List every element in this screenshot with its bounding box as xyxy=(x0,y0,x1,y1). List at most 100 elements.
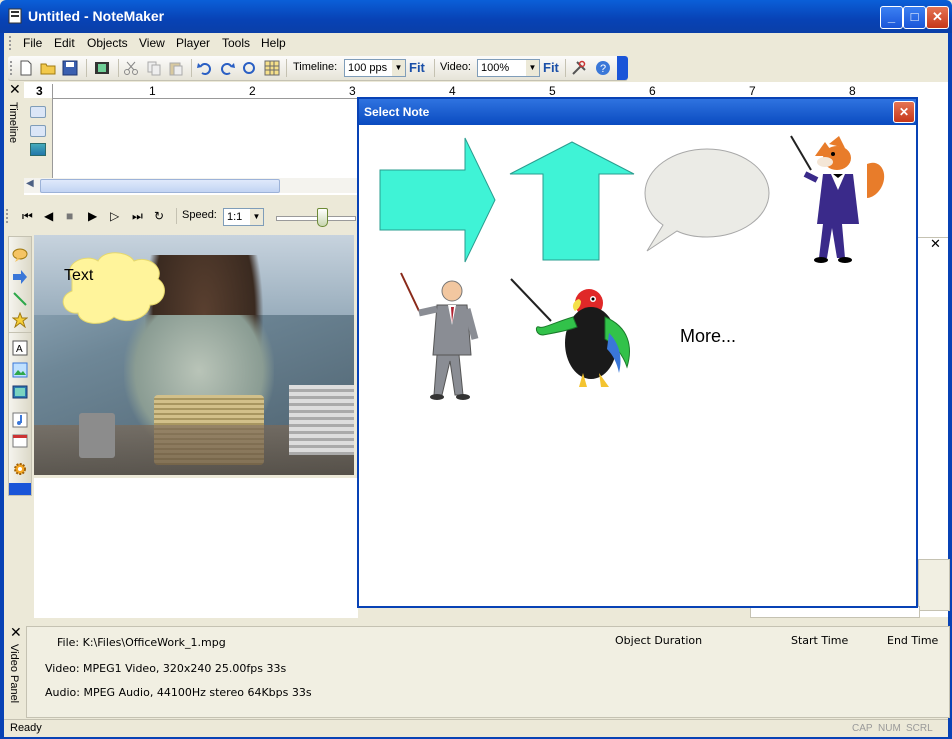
cut-icon[interactable] xyxy=(123,60,139,76)
paste-icon[interactable] xyxy=(168,60,184,76)
file-info: File: K:\Files\OfficeWork_1.mpg xyxy=(57,636,226,649)
dialog-title: Select Note xyxy=(364,105,430,119)
chevron-down-icon[interactable]: ▼ xyxy=(392,60,405,76)
speed-label: Speed: xyxy=(182,209,217,221)
tick-label: 5 xyxy=(549,84,556,98)
settings-gear-icon[interactable] xyxy=(12,461,28,477)
loop-icon[interactable]: ↻ xyxy=(154,209,164,223)
new-file-icon[interactable] xyxy=(18,60,34,76)
panel-close-icon[interactable]: ✕ xyxy=(930,236,941,252)
timeline-zoom-select[interactable]: 100 pps ▼ xyxy=(344,59,406,77)
play-icon[interactable]: ▶ xyxy=(88,209,97,223)
skip-start-icon[interactable]: ⏮ xyxy=(22,209,33,224)
minimize-button[interactable]: _ xyxy=(880,6,903,29)
dialog-close-button[interactable]: ✕ xyxy=(893,101,915,123)
toolbar-separator xyxy=(118,59,119,77)
toolbar-separator xyxy=(176,208,177,224)
tick-label: 7 xyxy=(749,84,756,98)
menu-objects[interactable]: Objects xyxy=(87,36,128,50)
column-end-time[interactable]: End Time xyxy=(887,634,938,647)
tick-label: 1 xyxy=(149,84,156,98)
track-note-icon[interactable] xyxy=(30,106,46,118)
tick-label: 4 xyxy=(449,84,456,98)
dialog-title-bar: Select Note ✕ xyxy=(359,99,916,125)
video-zoom-select[interactable]: 100% ▼ xyxy=(477,59,540,77)
image-icon[interactable] xyxy=(12,362,28,378)
player-grip xyxy=(6,209,11,223)
timeline-tab-label: Timeline xyxy=(7,102,19,144)
video-zoom-label: Video: xyxy=(440,61,471,73)
tick-label: 2 xyxy=(249,84,256,98)
callout-cloud[interactable] xyxy=(56,249,168,329)
video-icon[interactable] xyxy=(12,384,28,400)
timeline-zoom-value: 100 pps xyxy=(348,62,388,74)
sound-icon[interactable] xyxy=(12,412,28,428)
scroll-left-icon[interactable]: ◀ xyxy=(26,178,34,189)
note-fox-presenter[interactable] xyxy=(789,134,897,266)
toolbar-overflow-button[interactable] xyxy=(617,56,628,80)
menu-tools[interactable]: Tools xyxy=(222,36,250,50)
video-film-icon[interactable] xyxy=(94,60,110,76)
menu-view[interactable]: View xyxy=(139,36,165,50)
open-folder-icon[interactable] xyxy=(40,60,56,76)
status-text: Ready xyxy=(10,722,42,734)
speech-bubble-icon[interactable] xyxy=(12,247,28,263)
objects-toolbar: A xyxy=(8,236,32,496)
audio-info: Audio: MPEG Audio, 44100Hz stereo 64Kbps… xyxy=(45,686,312,699)
video-zoom-value: 100% xyxy=(481,62,510,74)
track-note-icon[interactable] xyxy=(30,125,46,137)
svg-text:?: ? xyxy=(600,63,606,75)
timeline-close-icon[interactable]: ✕ xyxy=(9,81,21,98)
copy-icon[interactable] xyxy=(146,60,162,76)
video-panel-close-icon[interactable]: ✕ xyxy=(10,624,22,641)
redo-icon[interactable] xyxy=(219,60,235,76)
column-object-duration[interactable]: Object Duration xyxy=(615,634,702,647)
window-object-icon[interactable] xyxy=(12,433,28,449)
step-forward-icon[interactable]: ▷ xyxy=(110,209,119,223)
grid-icon[interactable] xyxy=(264,60,280,76)
arrow-icon[interactable] xyxy=(12,269,28,285)
column-start-time[interactable]: Start Time xyxy=(791,634,848,647)
line-icon[interactable] xyxy=(12,291,28,307)
note-speech-bubble[interactable] xyxy=(643,147,771,255)
volume-slider-track[interactable] xyxy=(276,216,356,221)
scroll-thumb[interactable] xyxy=(40,179,280,193)
note-up-arrow[interactable] xyxy=(509,141,635,261)
toolbar-separator xyxy=(191,59,192,77)
stop-icon[interactable]: ■ xyxy=(66,209,73,223)
speed-select[interactable]: 1:1 ▼ xyxy=(223,208,264,226)
note-right-arrow[interactable] xyxy=(379,137,497,263)
note-man-presenter[interactable] xyxy=(397,271,487,403)
menu-file[interactable]: File xyxy=(23,36,42,50)
text-icon[interactable]: A xyxy=(12,340,28,356)
skip-end-icon[interactable]: ⏭ xyxy=(132,209,143,224)
toolbar-overflow-button[interactable] xyxy=(9,483,31,495)
timeline-fit-button[interactable]: Fit xyxy=(409,60,425,75)
video-frame[interactable]: Text xyxy=(34,235,354,475)
chevron-down-icon[interactable]: ▼ xyxy=(526,60,539,76)
toolbar-separator xyxy=(86,59,87,77)
star-icon[interactable] xyxy=(12,312,28,328)
close-button[interactable]: ✕ xyxy=(926,6,949,29)
save-icon[interactable] xyxy=(62,60,78,76)
caps-indicator: CAP xyxy=(852,723,873,734)
timeline-tab: ✕ Timeline xyxy=(4,81,24,195)
video-fit-button[interactable]: Fit xyxy=(543,60,559,75)
maximize-button[interactable]: □ xyxy=(903,6,926,29)
tools-icon[interactable] xyxy=(571,60,587,76)
volume-slider-thumb[interactable] xyxy=(317,208,328,227)
select-note-dialog: Select Note ✕ More... xyxy=(357,97,918,608)
step-back-icon[interactable]: ◀ xyxy=(44,209,53,223)
undo-icon[interactable] xyxy=(197,60,213,76)
chevron-down-icon[interactable]: ▼ xyxy=(250,209,263,225)
help-icon[interactable]: ? xyxy=(595,60,611,76)
workspace-area xyxy=(34,478,358,618)
more-notes-link[interactable]: More... xyxy=(680,326,736,347)
menu-edit[interactable]: Edit xyxy=(54,36,75,50)
menu-help[interactable]: Help xyxy=(261,36,286,50)
track-video-icon[interactable] xyxy=(30,143,46,156)
refresh-icon[interactable] xyxy=(241,60,257,76)
note-parrot-presenter[interactable] xyxy=(509,277,635,395)
window-title: Untitled - NoteMaker xyxy=(28,8,165,24)
menu-player[interactable]: Player xyxy=(176,36,210,50)
